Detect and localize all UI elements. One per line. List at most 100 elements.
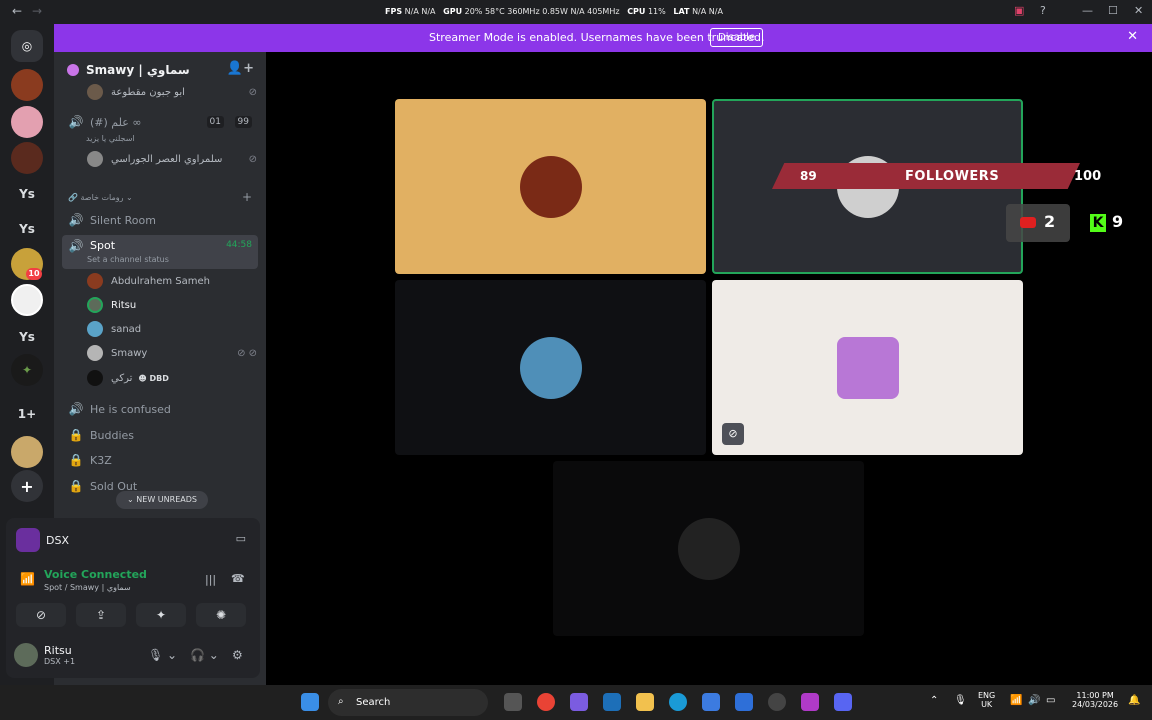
channel-label: Spot <box>90 239 116 252</box>
fps-value-2: N/A <box>421 7 436 16</box>
voice-user-turki[interactable]: تركي ☻ DBD <box>87 368 257 388</box>
server-icon-ys-1[interactable]: Ys <box>11 178 43 210</box>
activity-row[interactable]: DSX <box>16 528 69 552</box>
voice-user-name: Smawy <box>111 347 148 359</box>
voice-channel-silent-room[interactable]: 🔊 Silent Room <box>62 209 258 231</box>
add-member-icon[interactable]: 👤+ <box>227 61 254 76</box>
store-icon[interactable] <box>735 693 753 711</box>
category-private-rooms[interactable]: 🔗 رومات خاصة ⌄ <box>68 193 133 202</box>
start-icon[interactable] <box>301 693 319 711</box>
task-view-icon[interactable] <box>504 693 522 711</box>
server-icon-7[interactable] <box>11 284 43 316</box>
user-limit: 99 <box>234 116 252 128</box>
back-arrow-icon[interactable]: ← <box>12 4 22 18</box>
server-icon-11[interactable] <box>11 436 43 468</box>
avatar <box>87 151 103 167</box>
set-channel-status[interactable]: Set a channel status <box>87 255 169 264</box>
maximize-icon[interactable]: ☐ <box>1108 4 1118 17</box>
youtube-viewers-overlay: 2 <box>1006 204 1070 242</box>
help-icon[interactable]: ? <box>1040 4 1046 17</box>
activity-name: DSX <box>46 533 69 547</box>
voice-channel-path[interactable]: Spot / Smawy | سماوي <box>44 583 131 592</box>
battery-icon[interactable]: ▭ <box>1046 695 1055 706</box>
server-icon-2[interactable] <box>11 106 43 138</box>
channel-label: K3Z <box>90 453 112 467</box>
current-user[interactable]: Ritsu DSX +1 <box>14 643 75 667</box>
voice-user-top[interactable]: ابو جبون مقطوعة ⊘ <box>87 82 257 102</box>
server-icon-pohim[interactable] <box>11 69 43 101</box>
headphones-icon[interactable]: 🎧 ⌄ <box>190 648 219 662</box>
participant-tile-4[interactable]: ⊘ <box>712 280 1023 455</box>
voice-channel-buddies[interactable]: 🔒 Buddies <box>62 424 258 446</box>
volume-icon[interactable]: 🔊 <box>1028 695 1040 706</box>
create-channel-icon[interactable]: + <box>242 190 252 204</box>
file-explorer-icon[interactable] <box>636 693 654 711</box>
new-unreads-pill[interactable]: ⌄ NEW UNREADS <box>116 491 208 509</box>
speaker-icon: 🔊 <box>68 115 84 129</box>
settings-gear-icon[interactable]: ⚙ <box>232 648 243 662</box>
voice-user-ritsu[interactable]: Ritsu <box>87 295 257 315</box>
current-user-name: Ritsu <box>44 644 72 657</box>
microphone-icon[interactable]: 🎙 ⌄ <box>148 648 177 662</box>
server-icon-ys-3[interactable]: Ys <box>11 321 43 353</box>
participant-tile-5[interactable] <box>553 461 864 636</box>
language-indicator[interactable]: ENG UK <box>978 691 995 709</box>
close-banner-icon[interactable]: ✕ <box>1127 29 1138 44</box>
soundboard-button[interactable]: ✺ <box>196 603 246 627</box>
discord-home-icon[interactable]: ◎ <box>11 30 43 62</box>
outlook-icon[interactable] <box>702 693 720 711</box>
tray-mic-icon[interactable]: 🎙 <box>954 695 967 706</box>
app-icon-4[interactable] <box>603 693 621 711</box>
camera-off-button[interactable]: ⊘ <box>16 603 66 627</box>
screen-share-button[interactable]: ⇪ <box>76 603 126 627</box>
app-icon-10[interactable] <box>801 693 819 711</box>
copilot-icon[interactable] <box>570 693 588 711</box>
disable-streamer-mode-button[interactable]: Disable <box>710 28 764 47</box>
guild-boost-icon <box>67 64 79 76</box>
video-off-icon[interactable]: ⊘ <box>722 423 744 445</box>
category-label: رومات خاصة <box>80 193 124 202</box>
voice-user-name: Abdulrahem Sameh <box>111 275 211 287</box>
server-icon-3[interactable] <box>11 142 43 174</box>
app-icon-9[interactable] <box>768 693 786 711</box>
noise-suppression-icon[interactable]: ||| <box>205 573 216 586</box>
new-unreads-label: NEW UNREADS <box>136 495 197 504</box>
server-icon-ys-2[interactable]: Ys <box>11 213 43 245</box>
clock[interactable]: 11:00 PM 24/03/2026 <box>1072 691 1118 709</box>
search-box[interactable]: ⌕ Search <box>328 689 488 716</box>
notifications-icon[interactable]: 🔔 <box>1128 695 1140 706</box>
voice-user-sanad[interactable]: sanad <box>87 319 257 339</box>
connection-signal-icon[interactable]: 📶 <box>20 572 35 586</box>
tray-overflow-icon[interactable]: ⌃ <box>930 695 938 706</box>
minimize-icon[interactable]: — <box>1082 4 1093 17</box>
participant-tile-1[interactable] <box>395 99 706 274</box>
add-server-icon[interactable]: + <box>11 470 43 502</box>
chrome-icon[interactable] <box>537 693 555 711</box>
stream-icon[interactable]: ▭ <box>236 532 246 545</box>
close-window-icon[interactable]: ✕ <box>1134 4 1143 17</box>
edge-icon[interactable] <box>669 693 687 711</box>
discord-taskbar-icon[interactable] <box>834 693 852 711</box>
participant-tile-3[interactable] <box>395 280 706 455</box>
voice-channel-k3z[interactable]: 🔒 K3Z <box>62 449 258 471</box>
voice-user-abdulrahem[interactable]: Abdulrahem Sameh <box>87 271 257 291</box>
followers-label: FOLLOWERS <box>905 169 1000 184</box>
server-icon-9[interactable]: ✦ <box>11 354 43 386</box>
wifi-icon[interactable]: 📶 <box>1010 695 1022 706</box>
voice-user-room1[interactable]: سلمراوي العصر الجوراسي ⊘ <box>87 149 257 169</box>
voice-channel-spot[interactable]: 🔊 Spot 44:58 Set a channel status <box>62 235 258 269</box>
inbox-icon[interactable]: ▣ <box>1014 4 1024 17</box>
voice-channel-alam[interactable]: 🔊 (#) علم ∞ 01 99 <box>62 111 258 133</box>
disconnect-icon[interactable]: ☎ <box>231 572 245 585</box>
deafened-icon: ⊘ ⊘ <box>237 347 257 359</box>
server-icon-1plus[interactable]: 1+ <box>11 398 43 430</box>
voice-user-smawy[interactable]: Smawy ⊘ ⊘ <box>87 343 257 363</box>
activities-button[interactable]: ✦ <box>136 603 186 627</box>
speaker-icon: 🔊 <box>68 213 84 227</box>
guild-header[interactable]: Smawy | سماوي 👤+ <box>54 52 266 86</box>
game-icon <box>16 528 40 552</box>
voice-channel-he-is-confused[interactable]: 🔊 He is confused <box>62 398 258 420</box>
voice-connected-label[interactable]: Voice Connected <box>44 568 147 581</box>
forward-arrow-icon[interactable]: → <box>32 4 42 18</box>
avatar <box>87 273 103 289</box>
